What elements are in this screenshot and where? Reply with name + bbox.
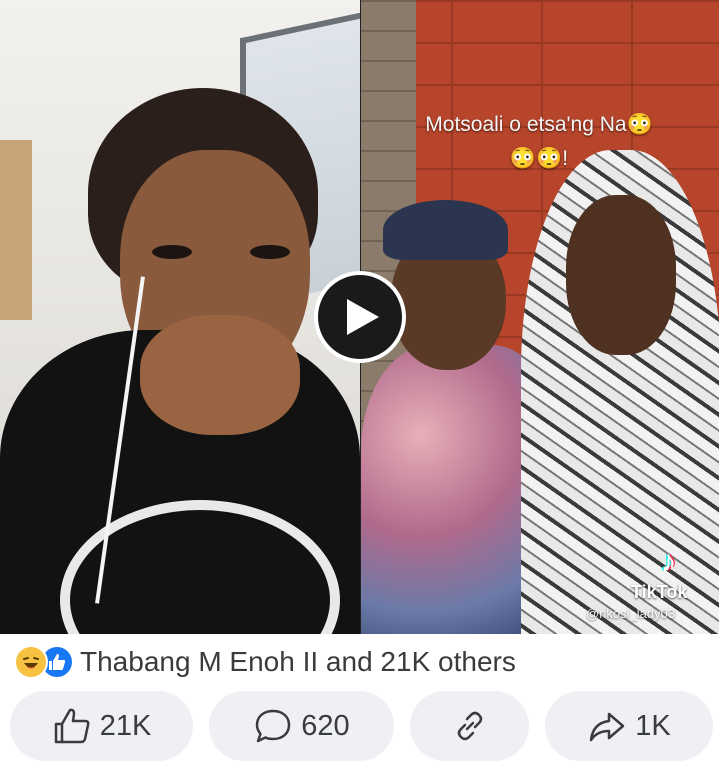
tiktok-username: @nkosi_lady03 [586, 606, 676, 621]
tiktok-watermark: TikTok [631, 582, 688, 602]
comment-icon [256, 709, 291, 743]
video-player[interactable]: Motsoali o etsa'ng Na😳 😳😳! ♪ TikTok @nko… [0, 0, 719, 634]
video-caption: Motsoali o etsa'ng Na😳 😳😳! [389, 108, 689, 176]
like-count: 21K [99, 709, 152, 742]
door-background [0, 140, 32, 320]
reactions-text: Thabang M Enoh II and 21K others [80, 646, 516, 677]
man-cap [383, 200, 508, 260]
man-right-face [566, 195, 676, 355]
video-left-panel [0, 0, 360, 634]
tiktok-logo-icon: ♪ [661, 545, 676, 578]
share-arrow-icon [590, 712, 625, 742]
video-right-panel: Motsoali o etsa'ng Na😳 😳😳! ♪ TikTok @nko… [361, 0, 719, 634]
caption-line-2: 😳😳! [509, 147, 569, 170]
comment-count: 620 [301, 709, 350, 742]
caption-line-1: Motsoali o etsa'ng Na😳 [425, 113, 653, 136]
share-count: 1K [635, 709, 671, 742]
link-icon [457, 711, 482, 741]
copy-link-button[interactable] [410, 691, 529, 761]
woman-hand [140, 315, 300, 435]
woman-eye-left [152, 245, 192, 259]
action-bar: 21K 620 1K [0, 691, 719, 763]
comment-button[interactable]: 620 [209, 691, 394, 761]
like-button[interactable]: 21K [10, 691, 193, 761]
haha-icon [14, 645, 48, 679]
woman-eye-right [250, 245, 290, 259]
share-button[interactable]: 1K [545, 691, 713, 761]
thumbs-up-icon [54, 708, 90, 744]
play-icon [347, 299, 379, 335]
reactions-summary[interactable]: Thabang M Enoh II and 21K others [14, 642, 516, 682]
play-button[interactable] [314, 271, 406, 363]
